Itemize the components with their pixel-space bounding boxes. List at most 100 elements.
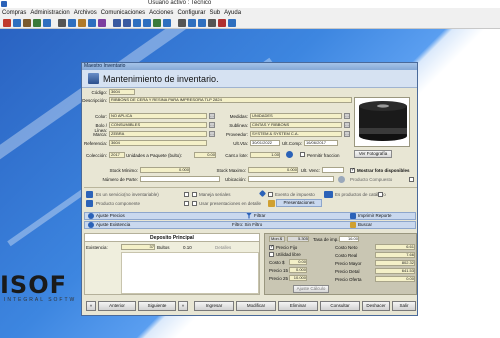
ubicacion-label: Ubicación: — [224, 177, 246, 182]
ult-venc-field[interactable] — [322, 167, 344, 173]
proveedor-lookup-icon[interactable]: … — [344, 131, 350, 137]
menu-administracion[interactable]: Administracion — [30, 10, 69, 16]
producto-compuesto-checkbox[interactable] — [409, 177, 414, 182]
table-icon[interactable] — [163, 18, 171, 27]
medidas-lookup-icon[interactable]: … — [344, 113, 350, 119]
last-record-button[interactable]: » — [178, 301, 188, 311]
calculator-icon[interactable] — [198, 18, 206, 27]
servicio-checkbox[interactable] — [184, 192, 189, 197]
ultcomp-field[interactable]: 16/06/2017 — [304, 140, 338, 146]
first-record-button[interactable]: « — [86, 301, 96, 311]
exit-icon[interactable] — [3, 18, 11, 27]
color-field[interactable]: NO APLICA — [109, 113, 207, 119]
precio-fijo-checkbox[interactable] — [269, 244, 274, 250]
consultar-button[interactable]: Consultar — [320, 301, 360, 311]
menu-ayuda[interactable]: Ayuda — [224, 10, 241, 16]
help-icon[interactable] — [228, 18, 236, 27]
maneja-seriales-checkbox[interactable] — [192, 192, 197, 197]
invoice-icon[interactable] — [88, 18, 96, 27]
refresh-icon[interactable] — [338, 176, 345, 183]
codigo-label: Código: — [91, 90, 107, 95]
ultvta-field[interactable]: 30/01/2022 — [250, 140, 280, 146]
marca-field[interactable]: ZEBRA — [109, 131, 207, 137]
menu-configurar[interactable]: Configurar — [177, 10, 205, 16]
stock-max-field[interactable]: 0.000 — [248, 167, 298, 173]
presentaciones-button[interactable]: Presentaciones — [276, 199, 322, 207]
menu-acciones[interactable]: Acciones — [149, 10, 173, 16]
num-parte-field[interactable] — [140, 176, 220, 182]
precio-detal-field[interactable]: 641.53 — [375, 268, 415, 274]
folder-icon[interactable] — [23, 18, 31, 27]
ajuste-calculo-button[interactable]: Ajuste Cálculo — [293, 285, 329, 293]
modificar-button[interactable]: Modificar — [236, 301, 276, 311]
truck-icon[interactable] — [68, 18, 76, 27]
ingresar-button[interactable]: Ingresar — [194, 301, 234, 311]
document-icon[interactable] — [13, 18, 21, 27]
bolo-lookup-icon[interactable]: … — [209, 122, 215, 128]
users-icon[interactable] — [43, 18, 51, 27]
existencia-label: Existencia: — [86, 245, 108, 250]
menu-compras[interactable]: Compras — [2, 10, 26, 16]
grid-icon[interactable] — [113, 18, 121, 27]
exento-checkbox[interactable] — [268, 192, 273, 197]
precio25-field[interactable]: 10.000 — [289, 275, 307, 281]
referencia-field[interactable]: 3604 — [109, 140, 207, 146]
chart-icon[interactable] — [153, 18, 161, 27]
proveedor-field[interactable]: SYSTEM & SYSTEM C.A. — [250, 131, 342, 137]
menu-sub[interactable]: Sub — [209, 10, 220, 16]
box-icon[interactable] — [78, 18, 86, 27]
prod-componente-checkbox[interactable] — [184, 201, 189, 206]
print-icon[interactable] — [208, 18, 216, 27]
search-icon[interactable] — [33, 18, 41, 27]
menu-archivos[interactable]: Archivos — [74, 10, 97, 16]
gear-icon[interactable] — [178, 18, 186, 27]
costo-field[interactable]: 0.00 — [289, 259, 307, 265]
anterior-button[interactable]: Anterior — [98, 301, 136, 311]
tax-icon — [258, 189, 267, 198]
ajuste-existencia-link[interactable]: Ajuste Existencia — [96, 222, 130, 227]
menu-comunicaciones[interactable]: Comunicaciones — [101, 10, 145, 16]
window-icon[interactable] — [143, 18, 151, 27]
sublinea-lookup-icon[interactable]: … — [344, 122, 350, 128]
list-icon[interactable] — [123, 18, 131, 27]
salir-button[interactable]: Salir — [392, 301, 416, 311]
info-icon[interactable] — [286, 151, 293, 158]
ubicacion-field[interactable] — [248, 176, 334, 182]
precio-mayor-field[interactable]: 802.32 — [375, 260, 415, 266]
stop-icon[interactable] — [218, 18, 226, 27]
descripcion-field[interactable]: RIBBONS DE CERA Y RESINA PARA IMPRESORA … — [109, 97, 352, 103]
usar-presentaciones-checkbox[interactable] — [192, 201, 197, 206]
catalogo-checkbox[interactable] — [378, 192, 383, 197]
cantxlote-field[interactable]: 1.00 — [250, 152, 280, 158]
deshacer-button[interactable]: Deshacer — [362, 301, 390, 311]
filtrar-link[interactable]: Filtrar — [254, 213, 266, 218]
buscar-link[interactable]: Buscar — [358, 222, 372, 227]
utilidad-libre-checkbox[interactable] — [269, 252, 274, 257]
tools-icon[interactable] — [188, 18, 196, 27]
tasa-field[interactable]: 16.00 — [339, 236, 359, 242]
bolo-field[interactable]: CONSUMIBLES — [109, 122, 207, 128]
coleccion-field[interactable]: 2017 — [109, 152, 125, 158]
ajuste-precios-link[interactable]: Ajuste Precios — [96, 213, 125, 218]
detalles-link[interactable]: Detalles — [215, 245, 231, 250]
color-lookup-icon[interactable]: … — [209, 113, 215, 119]
codigo-field[interactable]: 3604 — [109, 89, 135, 95]
siguiente-button[interactable]: Siguiente — [138, 301, 176, 311]
precio15-field[interactable]: 0.000 — [289, 267, 307, 273]
mostrar-foto-checkbox[interactable] — [350, 167, 355, 173]
ver-fotografia-button[interactable]: Ver Fotografía — [354, 150, 392, 158]
stock-min-field[interactable]: 0.000 — [140, 167, 190, 173]
calendar-icon[interactable] — [133, 18, 141, 27]
sublinea-field[interactable]: CINTAS Y RIBBONS — [250, 122, 342, 128]
marca-lookup-icon[interactable]: … — [209, 131, 215, 137]
cart-icon[interactable] — [58, 18, 66, 27]
permitir-fraccion-checkbox[interactable] — [300, 152, 305, 157]
color-label: Color: — [94, 114, 107, 119]
eliminar-button[interactable]: Eliminar — [278, 301, 318, 311]
imprimir-link[interactable]: Imprimir Reporte — [358, 213, 392, 218]
unidades-field[interactable]: 0.00 — [194, 152, 216, 158]
report-icon[interactable] — [98, 18, 106, 27]
precio-oferta-field[interactable]: 0.00 — [375, 276, 415, 282]
medidas-field[interactable]: UNIDADES — [250, 113, 342, 119]
ultvta-label: Ult.Vta: — [233, 141, 248, 146]
